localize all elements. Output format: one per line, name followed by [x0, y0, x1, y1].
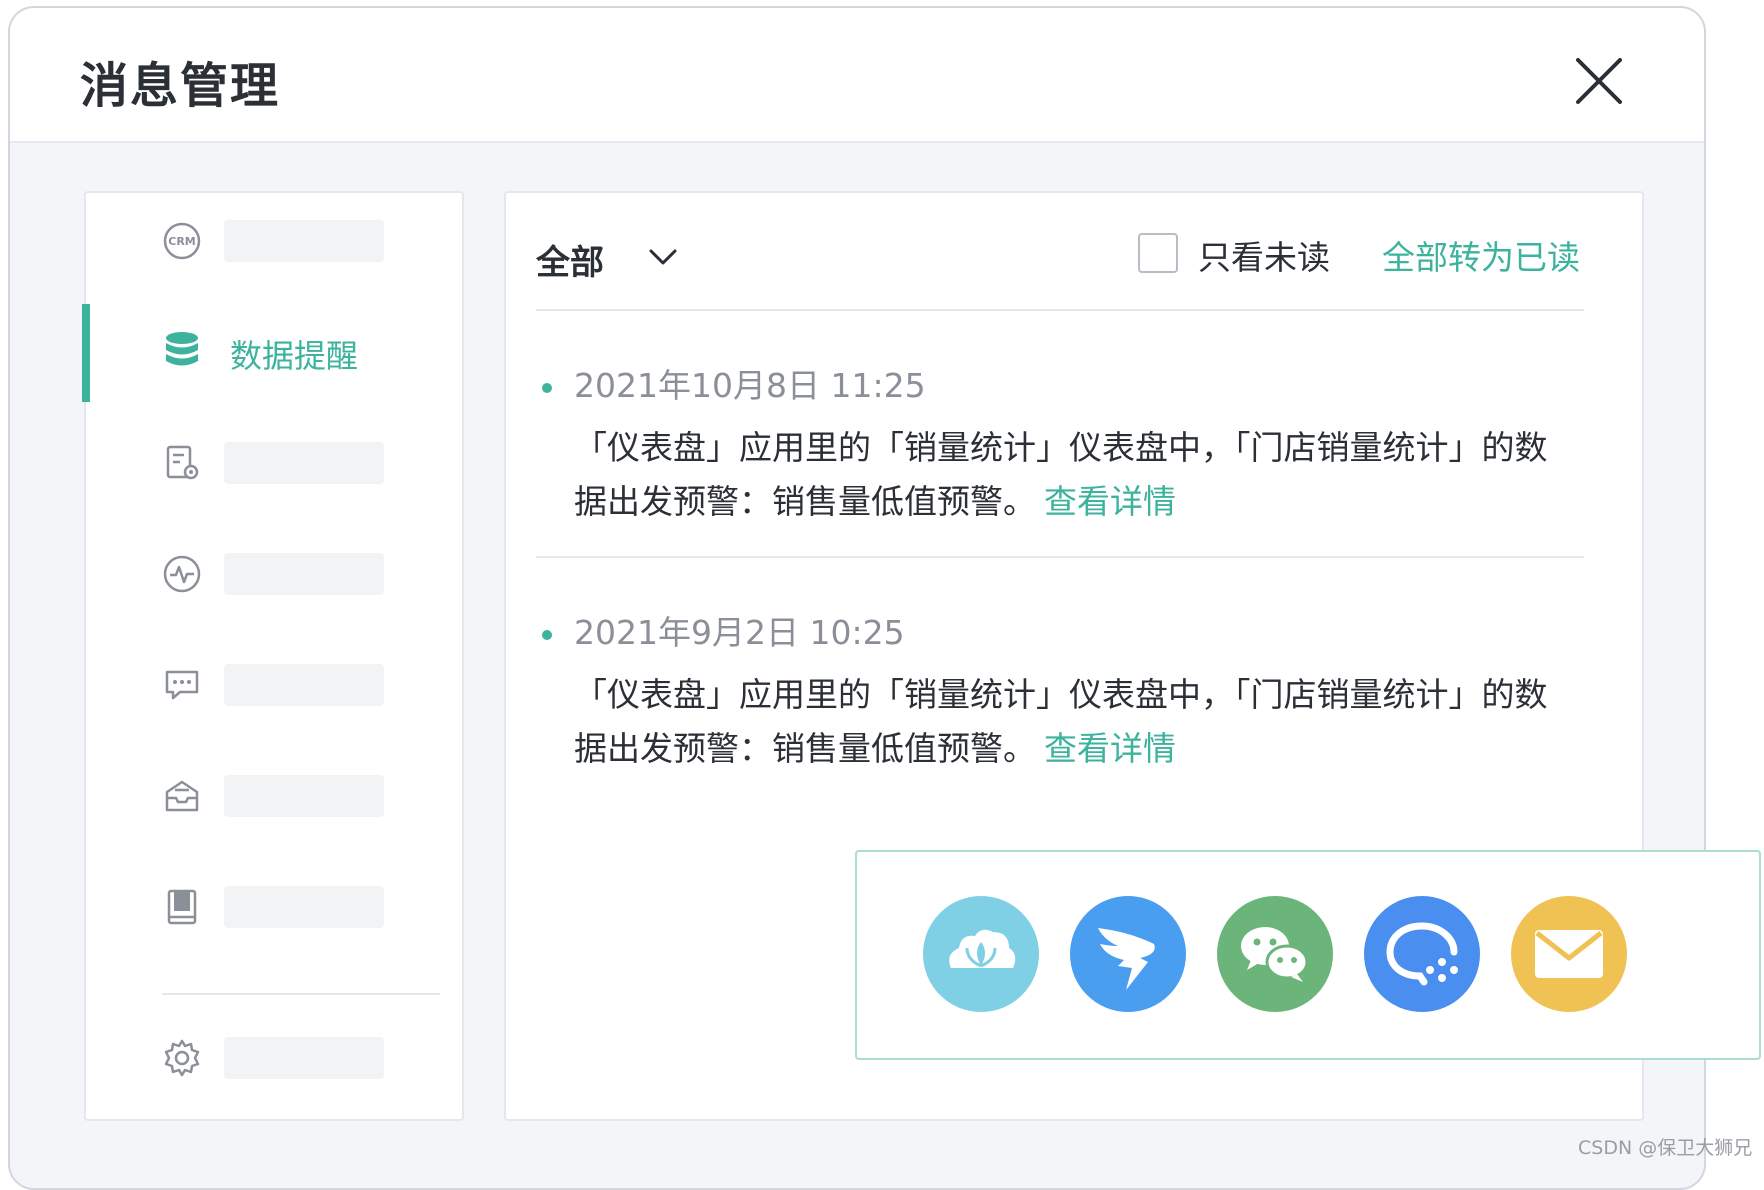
filter-dropdown[interactable]: 全部 — [536, 235, 677, 283]
sidebar-item-placeholder — [224, 775, 384, 817]
sidebar-item-crm[interactable]: CRM — [86, 193, 462, 289]
svg-text:CRM: CRM — [168, 235, 196, 248]
sidebar-item-book[interactable] — [86, 859, 462, 955]
message-body: 「仪表盘」应用里的「销量统计」仪表盘中，「门店销量统计」的数据出发预警：销售量低… — [574, 421, 1574, 529]
crm-icon: CRM — [163, 222, 201, 260]
filter-value: 全部 — [536, 243, 604, 283]
work-chat-button[interactable] — [1364, 896, 1480, 1012]
sidebar-item-data-alerts[interactable]: 数据提醒 — [82, 304, 462, 402]
book-icon — [167, 889, 197, 925]
sidebar-item-placeholder — [224, 553, 384, 595]
form-settings-icon — [166, 445, 199, 480]
dialog-title: 消息管理 — [80, 58, 281, 114]
sidebar-item-activity[interactable] — [86, 526, 462, 622]
work-chat-icon — [1386, 922, 1458, 986]
unread-only-label: 只看未读 — [1198, 238, 1330, 277]
wechat-button[interactable] — [1217, 896, 1333, 1012]
toolbar-divider — [536, 309, 1584, 311]
mark-all-read-link[interactable]: 全部转为已读 — [1382, 231, 1580, 279]
view-details-link[interactable]: 查看详情 — [1044, 729, 1176, 768]
chevron-down-icon — [649, 249, 677, 265]
sidebar-item-chat[interactable] — [86, 637, 462, 733]
mail-icon — [1535, 930, 1603, 978]
unread-only-checkbox[interactable] — [1138, 233, 1178, 273]
cloud-app-button[interactable] — [923, 896, 1039, 1012]
gear-icon — [164, 1039, 200, 1077]
sidebar-item-placeholder — [224, 442, 384, 484]
dialog-header: 消息管理 — [10, 8, 1704, 143]
close-button[interactable] — [1568, 50, 1630, 112]
unread-dot — [542, 383, 552, 393]
sidebar-item-inbox[interactable] — [86, 748, 462, 844]
inbox-icon — [165, 780, 199, 812]
sidebar-item-placeholder — [224, 220, 384, 262]
watermark: CSDN @保卫大狮兄 — [1578, 1137, 1753, 1159]
message-body: 「仪表盘」应用里的「销量统计」仪表盘中，「门店销量统计」的数据出发预警：销售量低… — [574, 668, 1574, 776]
sidebar-item-placeholder — [224, 1037, 384, 1079]
view-details-link[interactable]: 查看详情 — [1044, 482, 1176, 521]
message-time: 2021年9月2日 10:25 — [574, 613, 905, 652]
dingtalk-button[interactable] — [1070, 896, 1186, 1012]
database-icon — [166, 332, 198, 366]
sidebar-item-label: 数据提醒 — [230, 337, 359, 375]
sidebar-item-placeholder — [224, 664, 384, 706]
sidebar-item-form-settings[interactable] — [86, 415, 462, 511]
share-channels-panel — [855, 850, 1761, 1060]
activity-icon — [163, 555, 201, 593]
wechat-icon — [1241, 927, 1309, 982]
close-icon — [1576, 58, 1622, 104]
mail-button[interactable] — [1511, 896, 1627, 1012]
chat-icon — [165, 670, 199, 700]
cloud-app-icon — [949, 929, 1016, 968]
message-divider — [536, 556, 1584, 558]
dingtalk-icon — [1098, 928, 1155, 990]
message-time: 2021年10月8日 11:25 — [574, 366, 926, 405]
sidebar: CRM 数据提醒 — [82, 191, 464, 1121]
active-indicator — [82, 304, 90, 402]
unread-dot — [542, 630, 552, 640]
sidebar-item-settings[interactable] — [86, 1010, 462, 1106]
sidebar-item-placeholder — [224, 886, 384, 928]
sidebar-divider — [162, 993, 440, 995]
